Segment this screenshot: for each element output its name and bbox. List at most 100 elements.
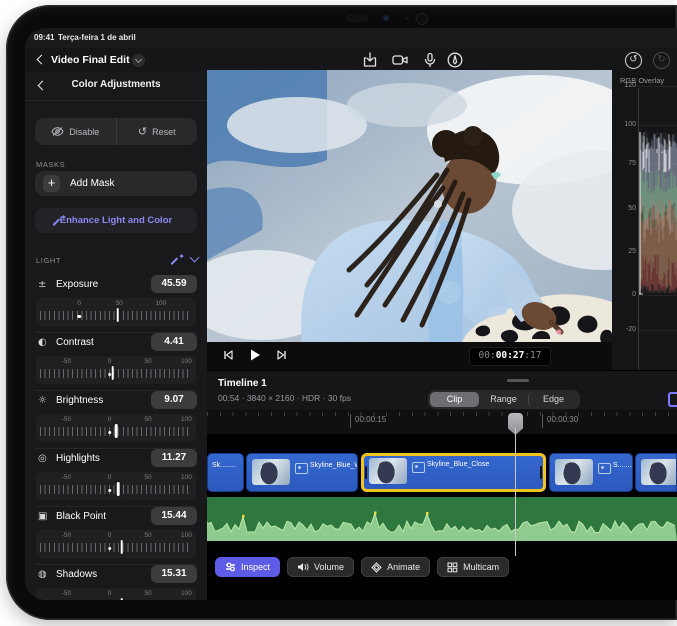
origin-dot (108, 489, 112, 493)
video-track: Sk........ Skyline_Blue_Wide Skyline_Blu… (207, 453, 677, 492)
exposure-control: ± Exposure 45.59 050100 (35, 276, 197, 334)
scale-label: 100 (181, 416, 192, 423)
next-frame-button[interactable] (275, 348, 289, 365)
add-mask-button[interactable]: + Add Mask (35, 171, 197, 196)
scale-label: 0 (108, 590, 112, 597)
clip-label: Sk........ (212, 462, 236, 469)
black-point-slider[interactable]: -50050100 (36, 530, 196, 558)
video-camera-button[interactable] (391, 51, 409, 69)
scale-label: 50 (144, 416, 151, 423)
scale-label: 0 (108, 416, 112, 423)
highlights-value[interactable]: 11.27 (151, 449, 197, 467)
reset-label: Reset (152, 127, 176, 137)
shadows-slider[interactable]: -50050100 (36, 588, 196, 600)
inspect-button[interactable]: Inspect (215, 557, 280, 577)
title-dropdown-button[interactable] (132, 54, 145, 67)
magic-wand-icon: ✦ (53, 213, 67, 227)
playhead-line (515, 428, 516, 556)
video-viewer[interactable] (207, 70, 612, 342)
segment-clip[interactable]: Clip (430, 392, 479, 407)
audio-waveform (207, 497, 677, 541)
scale-label: 0 (77, 300, 81, 307)
timecode-display[interactable]: 00:00:27:17 (469, 347, 551, 366)
slider-handle[interactable] (120, 598, 123, 600)
brightness-slider[interactable]: -50 0 50 100 (36, 414, 196, 442)
scale-label: 100 (181, 358, 192, 365)
clip-right-partial[interactable] (635, 453, 677, 492)
brightness-value[interactable]: 9.07 (151, 391, 197, 409)
color-adjustments-panel: Color Adjustments Disable ↺ Reset MASKS … (25, 72, 208, 600)
undo-button[interactable]: ↺ (625, 52, 642, 69)
clip-skyline-partial[interactable]: Sk........ (207, 453, 244, 492)
contrast-value[interactable]: 4.41 (151, 333, 197, 351)
clip-label: Skyline_Blue_Wide (310, 462, 358, 469)
clip-thumbnail (369, 458, 407, 484)
timecode-current: 00:27 (496, 350, 525, 361)
slider-handle[interactable] (116, 308, 119, 322)
inspect-sliders-icon (225, 562, 236, 572)
project-title[interactable]: Video Final Edit (51, 54, 130, 66)
bottom-toolbar: Inspect Volume Animate Multicam (215, 557, 509, 578)
microphone-button[interactable] (421, 51, 439, 69)
eye-slash-icon (51, 126, 64, 137)
tick-marks (40, 543, 192, 552)
timeline-ruler[interactable]: 00:00:15 00:00:30 (207, 410, 677, 434)
exposure-label: Exposure (56, 279, 98, 290)
timeline-meta: 00:54 · 3840 × 2160 · HDR · 30 fps (218, 393, 351, 403)
redo-button[interactable]: ↻ (653, 52, 670, 69)
black-point-control: ▣ Black Point 15.44 -50050100 (35, 508, 197, 566)
app-screen: 09:41 Terça-feira 1 de abril Video Final… (25, 28, 677, 600)
scope-tick: 75 (612, 160, 636, 167)
clip-skyline-blue-wide[interactable]: Skyline_Blue_Wide (246, 453, 358, 492)
camera-sensor (406, 17, 409, 20)
segment-range[interactable]: Range (479, 392, 528, 407)
timecode-frames: :17 (524, 350, 541, 361)
back-icon[interactable] (37, 55, 47, 65)
contrast-slider[interactable]: -50050100 (36, 356, 196, 384)
photo-icon (598, 463, 611, 474)
status-time: 09:41 (34, 33, 54, 42)
black-point-value[interactable]: 15.44 (151, 507, 197, 525)
origin-dot (77, 315, 81, 319)
multicam-button[interactable]: Multicam (437, 557, 509, 577)
camera-module (346, 14, 368, 22)
segment-edge[interactable]: Edge (528, 392, 578, 407)
inspect-label: Inspect (241, 562, 270, 572)
previous-frame-button[interactable] (221, 348, 235, 365)
panel-header: Color Adjustments (25, 72, 207, 101)
reset-button[interactable]: ↺ Reset (116, 118, 198, 145)
scale-label: -50 (62, 416, 71, 423)
slider-handle[interactable] (115, 424, 118, 438)
shadows-value[interactable]: 15.31 (151, 565, 197, 583)
disable-button[interactable]: Disable (35, 118, 116, 145)
exposure-value[interactable]: 45.59 (151, 275, 197, 293)
slider-handle[interactable] (120, 540, 123, 554)
animate-button[interactable]: Animate (361, 557, 430, 577)
slider-handle[interactable] (117, 482, 120, 496)
drag-handle[interactable] (507, 379, 529, 382)
clip-skyline-blue-close-selected[interactable]: Skyline_Blue_Close (361, 453, 546, 492)
highlights-icon: ◎ (38, 453, 52, 464)
audio-track[interactable] (207, 497, 677, 541)
play-button[interactable] (247, 347, 263, 366)
highlights-slider[interactable]: -50050100 (36, 472, 196, 500)
exposure-slider[interactable]: 050100 (36, 298, 196, 326)
reset-icon: ↺ (138, 125, 147, 138)
disable-reset-group: Disable ↺ Reset (35, 118, 197, 145)
slider-handle[interactable] (112, 366, 115, 380)
pencil-button[interactable] (446, 51, 464, 69)
shadows-control: ◍ Shadows 15.31 -50050100 (35, 566, 197, 600)
import-button[interactable] (361, 51, 379, 69)
ruler-label: 00:00:30 (542, 414, 578, 428)
collapse-chevron-icon[interactable] (190, 253, 200, 263)
clipped-edge-icon[interactable] (668, 392, 677, 407)
scale-label: -50 (62, 358, 71, 365)
selection-mode-segmented: Clip Range Edge (428, 390, 580, 409)
scale-label: -50 (62, 532, 71, 539)
enhance-light-color-button[interactable]: ✦ Enhance Light and Color (35, 208, 197, 233)
volume-button[interactable]: Volume (287, 557, 354, 577)
photo-icon (295, 463, 308, 474)
timeline-header: Timeline 1 00:54 · 3840 × 2160 · HDR · 3… (207, 370, 677, 411)
panel-title: Color Adjustments (25, 79, 207, 90)
clip-s-partial[interactable]: S........ (549, 453, 633, 492)
